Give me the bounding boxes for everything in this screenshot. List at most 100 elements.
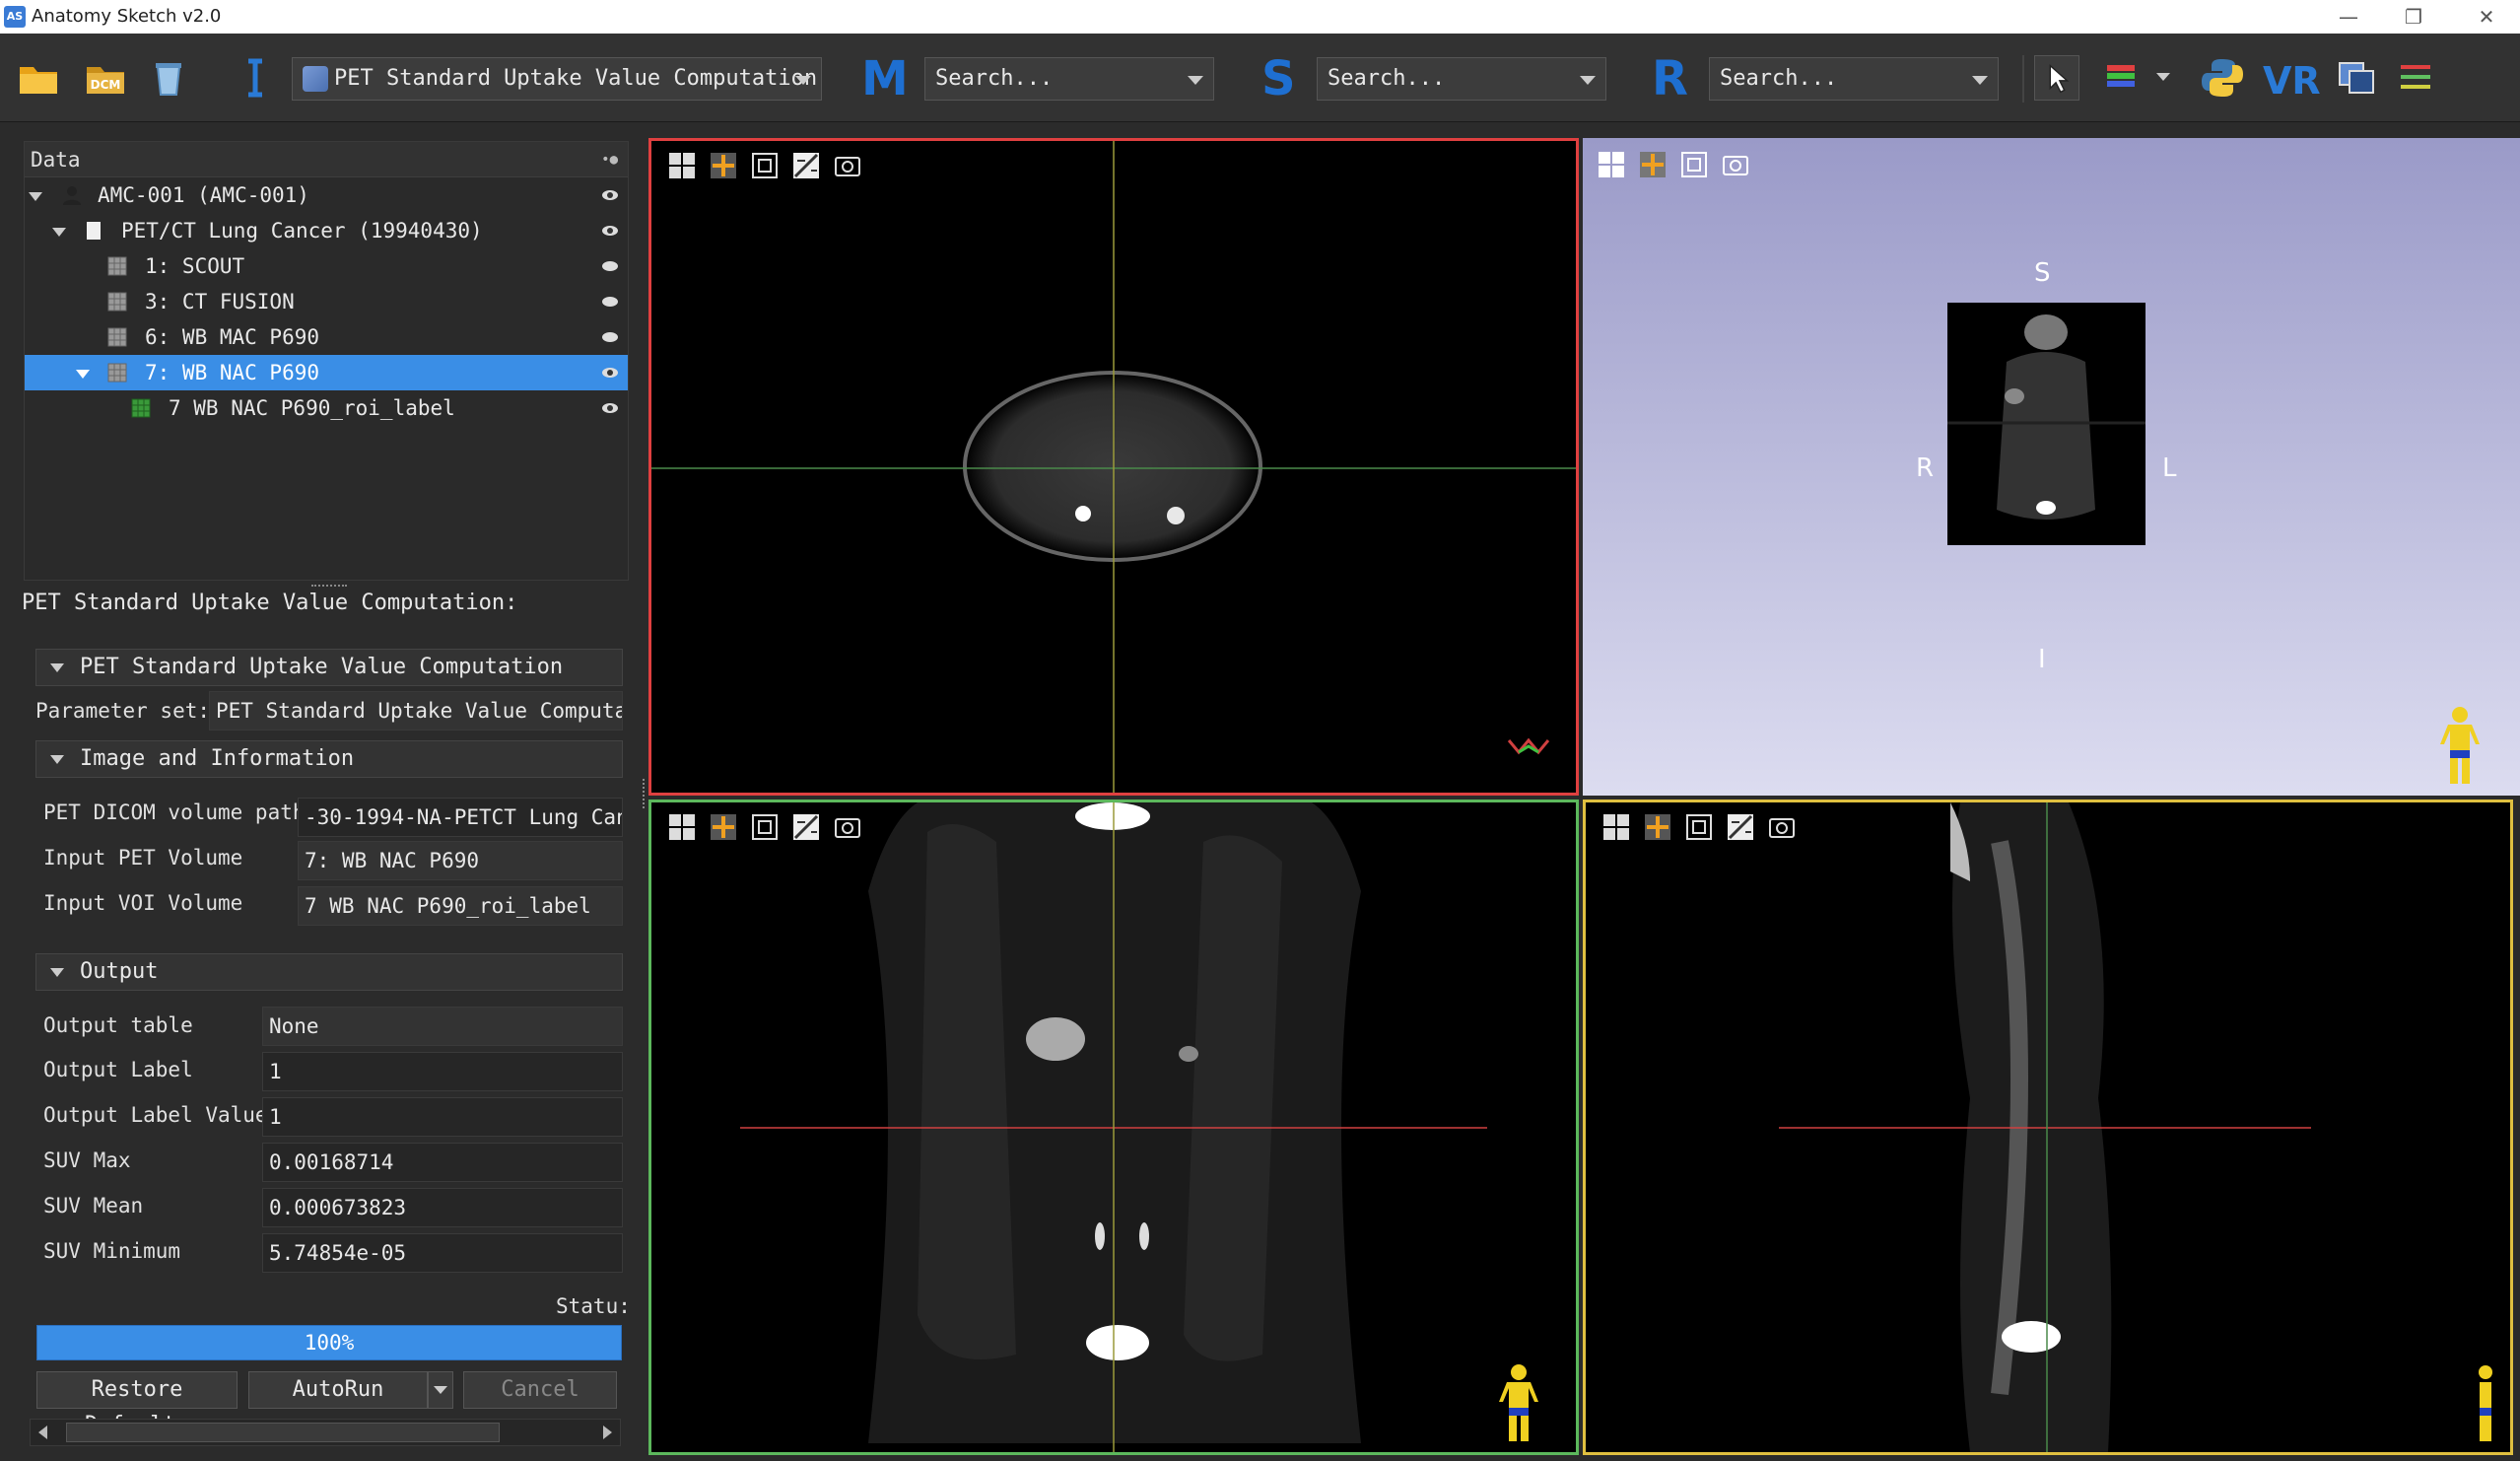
splitter-handle[interactable]	[311, 585, 347, 589]
minimize-button[interactable]: —	[2316, 0, 2381, 34]
crosshair-icon[interactable]	[709, 812, 738, 842]
layout-grid-icon[interactable]	[667, 812, 697, 842]
suv-mean-field[interactable]: 0.000673823	[262, 1188, 623, 1227]
colormap-icon[interactable]	[2101, 55, 2146, 101]
scroll-right-icon[interactable]	[603, 1426, 612, 1439]
axial-view[interactable]	[648, 138, 1579, 796]
cancel-button[interactable]: Cancel	[463, 1371, 617, 1409]
visibility-eye-icon[interactable]	[602, 226, 618, 236]
orientation-s-label: S	[2034, 258, 2051, 288]
pointer-icon[interactable]	[2034, 55, 2079, 101]
tree-item-patient[interactable]: AMC-001 (AMC-001)	[25, 177, 628, 213]
fit-view-icon[interactable]	[750, 812, 780, 842]
parameter-set-label: Parameter set:	[35, 699, 211, 723]
r-search-combo[interactable]: Search...	[1709, 57, 1999, 101]
fit-view-icon[interactable]	[750, 151, 780, 180]
crosshair-icon[interactable]	[709, 151, 738, 180]
suv-max-field[interactable]: 0.00168714	[262, 1143, 623, 1182]
sagittal-view[interactable]	[1583, 800, 2513, 1455]
scrollbar-thumb[interactable]	[66, 1423, 500, 1442]
tree-item-label: 1: SCOUT	[145, 254, 245, 278]
data-tree-header: Data •●	[25, 142, 628, 177]
output-table-select[interactable]: None	[262, 1007, 623, 1046]
volume-icon	[107, 292, 127, 312]
column-options-icon[interactable]: •●	[601, 142, 618, 177]
visibility-eye-icon[interactable]	[602, 368, 618, 378]
fit-view-icon[interactable]	[1684, 812, 1714, 842]
suv-min-field[interactable]: 5.74854e-05	[262, 1233, 623, 1273]
recycle-bin-icon[interactable]	[146, 55, 191, 101]
module-selector[interactable]: PET Standard Uptake Value Computation	[292, 57, 822, 101]
scroll-left-icon[interactable]	[38, 1426, 47, 1439]
horizontal-scrollbar[interactable]	[30, 1419, 621, 1446]
section-label: PET Standard Uptake Value Computation	[80, 655, 564, 679]
crosshair-icon[interactable]	[1643, 812, 1672, 842]
section-header-output[interactable]: Output	[35, 953, 623, 991]
3d-volume-image	[1947, 314, 2145, 520]
visibility-dot-icon[interactable]	[602, 332, 618, 342]
orientation-r-label: R	[1916, 453, 1935, 483]
input-pet-select[interactable]: 7: WB NAC P690	[298, 841, 623, 880]
menu-icon[interactable]	[2395, 55, 2440, 101]
tree-item-series[interactable]: 3: CT FUSION	[25, 284, 628, 319]
crosshair-icon[interactable]	[1638, 150, 1668, 179]
autorun-button[interactable]: AutoRun	[248, 1371, 428, 1409]
expand-icon[interactable]	[52, 228, 66, 237]
tree-item-study[interactable]: PET/CT Lung Cancer (19940430)	[25, 213, 628, 248]
camera-icon[interactable]	[1767, 812, 1797, 842]
status-label: Statu:	[556, 1294, 631, 1318]
axial-image	[651, 141, 1576, 793]
expand-icon[interactable]	[29, 192, 42, 201]
fit-view-icon[interactable]	[1679, 150, 1709, 179]
m-search-combo[interactable]: Search...	[924, 57, 1214, 101]
open-folder-icon[interactable]	[16, 55, 61, 101]
tree-item-series[interactable]: 1: SCOUT	[25, 248, 628, 284]
tree-item-series[interactable]: 6: WB MAC P690	[25, 319, 628, 355]
restore-button[interactable]: ❐	[2381, 0, 2446, 34]
expand-icon[interactable]	[76, 370, 90, 379]
layout-grid-icon[interactable]	[1601, 812, 1631, 842]
layers-icon[interactable]	[2334, 55, 2379, 101]
layout-grid-icon[interactable]	[667, 151, 697, 180]
coronal-image	[740, 802, 1487, 1452]
section-header-main[interactable]: PET Standard Uptake Value Computation	[35, 649, 623, 686]
chevron-down-icon[interactable]	[2156, 73, 2170, 81]
tree-item-label: AMC-001 (AMC-001)	[98, 183, 309, 207]
m-search-text: Search...	[935, 66, 1054, 91]
parameter-set-select[interactable]: PET Standard Uptake Value Computat	[209, 691, 623, 730]
output-label-field[interactable]: 1	[262, 1052, 623, 1091]
view-splitter-handle[interactable]	[643, 779, 647, 808]
chevron-down-icon	[1972, 76, 1988, 85]
window-level-icon[interactable]	[791, 812, 821, 842]
text-cursor-icon[interactable]	[233, 55, 278, 101]
chevron-down-icon	[795, 76, 811, 85]
camera-icon[interactable]	[833, 151, 862, 180]
tree-item-label-volume[interactable]: 7 WB NAC P690_roi_label	[25, 390, 628, 426]
window-level-icon[interactable]	[791, 151, 821, 180]
3d-view[interactable]: S R L I	[1583, 138, 2520, 796]
visibility-eye-icon[interactable]	[602, 403, 618, 413]
coronal-view[interactable]	[648, 800, 1579, 1455]
collapse-icon	[50, 663, 64, 672]
module-panel-title: PET Standard Uptake Value Computation:	[22, 591, 518, 615]
s-search-combo[interactable]: Search...	[1317, 57, 1606, 101]
vr-icon[interactable]: VR	[2263, 59, 2321, 103]
close-button[interactable]: ✕	[2454, 0, 2519, 34]
input-voi-select[interactable]: 7 WB NAC P690_roi_label	[298, 886, 623, 926]
layout-grid-icon[interactable]	[1597, 150, 1626, 179]
python-icon[interactable]	[2200, 55, 2245, 101]
dcm-icon[interactable]: DCM	[83, 55, 128, 101]
camera-icon[interactable]	[833, 812, 862, 842]
autorun-menu-button[interactable]	[428, 1371, 453, 1409]
tree-item-series-selected[interactable]: 7: WB NAC P690	[25, 355, 628, 390]
restore-defaults-button[interactable]: Restore Defaults	[36, 1371, 238, 1437]
output-label-value-field[interactable]: 1	[262, 1097, 623, 1137]
section-header-image[interactable]: Image and Information	[35, 740, 623, 778]
visibility-dot-icon[interactable]	[602, 297, 618, 307]
camera-icon[interactable]	[1721, 150, 1750, 179]
visibility-dot-icon[interactable]	[602, 261, 618, 271]
pet-path-field[interactable]: -30-1994-NA-PETCT Lung Canc	[298, 798, 623, 837]
visibility-eye-icon[interactable]	[602, 190, 618, 200]
data-tree: Data •● AMC-001 (AMC-001) PET/CT Lung Can…	[24, 141, 629, 581]
window-level-icon[interactable]	[1726, 812, 1755, 842]
